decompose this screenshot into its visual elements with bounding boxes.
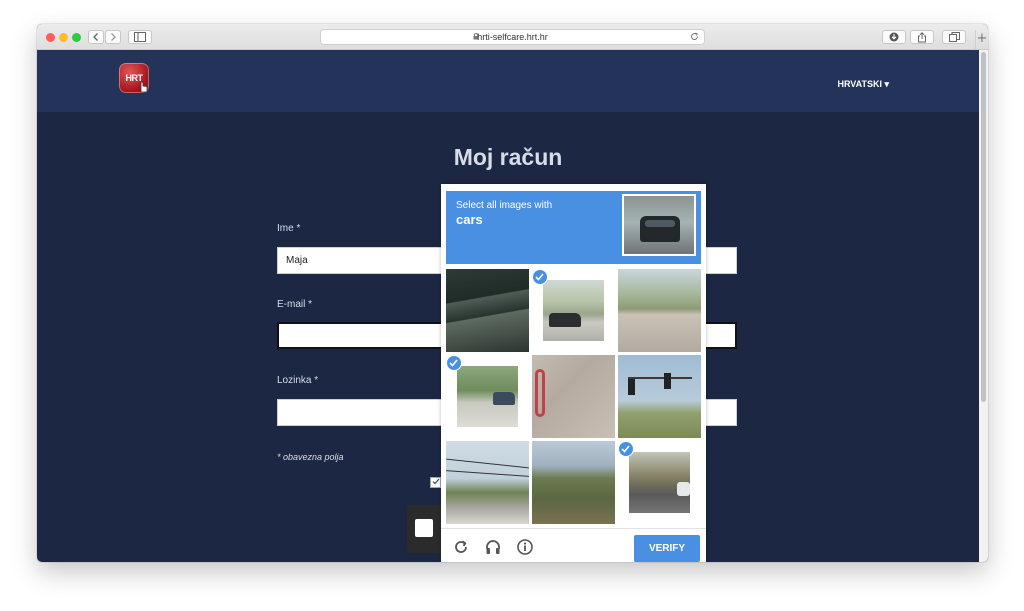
tabs-overview-button[interactable] (942, 30, 966, 44)
tabs-icon (948, 32, 960, 42)
download-icon (889, 32, 899, 42)
tile-image-power-lines-house (446, 441, 529, 524)
minimize-window-button[interactable] (59, 33, 68, 42)
challenge-header: Select all images with cars (446, 191, 701, 264)
captcha-tile-6[interactable] (618, 355, 701, 438)
captcha-tile-3[interactable] (618, 269, 701, 352)
captcha-challenge: Select all images with cars VERIFY (441, 184, 706, 562)
tile-image-car-under-tree (457, 366, 518, 427)
site-header: HRT HRVATSKI ▾ (37, 50, 979, 112)
scrollbar-thumb[interactable] (981, 52, 986, 402)
captcha-tile-5[interactable] (532, 355, 615, 438)
page-scrollbar[interactable] (979, 50, 988, 562)
page-title: Moj račun (453, 144, 563, 170)
recaptcha-anchor (407, 505, 449, 553)
chevron-left-icon (93, 33, 98, 41)
selected-check-icon (446, 355, 462, 371)
info-icon[interactable] (516, 538, 534, 556)
captcha-tile-7[interactable] (446, 441, 529, 524)
forward-button[interactable] (105, 30, 121, 44)
tile-image-traffic-light (618, 355, 701, 438)
selected-check-icon (618, 441, 634, 457)
close-window-button[interactable] (46, 33, 55, 42)
recaptcha-checkbox[interactable] (415, 519, 433, 537)
tile-image-pavement-closeup (532, 355, 615, 438)
address-bar[interactable]: hrti-selfcare.hrt.hr (320, 29, 705, 45)
captcha-tile-1[interactable] (446, 269, 529, 352)
terms-checkbox[interactable] (430, 477, 441, 488)
language-selector[interactable]: HRVATSKI ▾ (837, 79, 889, 90)
audio-icon[interactable] (484, 538, 502, 556)
tile-image-overpass (446, 269, 529, 352)
reload-page-icon[interactable] (690, 32, 699, 41)
email-label: E-mail * (277, 299, 313, 310)
captcha-tile-2[interactable] (532, 269, 615, 352)
url-text: hrti-selfcare.hrt.hr (477, 32, 548, 42)
challenge-keyword: cars (456, 212, 483, 227)
sample-car-shape (640, 216, 680, 242)
hand-cursor-icon (140, 81, 148, 93)
tile-image-car-on-street (543, 280, 604, 341)
downloads-button[interactable] (882, 30, 906, 44)
selected-check-icon (532, 269, 548, 285)
captcha-tile-9[interactable] (618, 441, 701, 524)
sidebar-toggle-button[interactable] (128, 30, 152, 44)
required-fields-note: * obavezna polja (277, 452, 344, 462)
share-icon (918, 32, 926, 43)
captcha-image-grid (446, 269, 701, 524)
hrt-logo[interactable]: HRT (119, 63, 149, 93)
name-label: Ime * (277, 223, 301, 234)
tile-image-road-crosswalk (618, 269, 701, 352)
tile-image-car-on-highway (629, 452, 690, 513)
name-field-value: Maja (286, 255, 308, 266)
challenge-prompt: Select all images with (456, 200, 553, 211)
challenge-sample-image (622, 194, 696, 256)
verify-button[interactable]: VERIFY (634, 535, 700, 562)
captcha-tile-4[interactable] (446, 355, 529, 438)
tile-image-palm-trees-hill (532, 441, 615, 524)
chevron-right-icon (111, 33, 116, 41)
zoom-window-button[interactable] (72, 33, 81, 42)
password-label: Lozinka * (277, 375, 319, 386)
checkmark-icon (432, 478, 439, 485)
reload-icon[interactable] (452, 538, 470, 556)
browser-toolbar: hrti-selfcare.hrt.hr + (37, 24, 988, 50)
share-button[interactable] (910, 30, 934, 44)
captcha-tile-8[interactable] (532, 441, 615, 524)
back-button[interactable] (88, 30, 104, 44)
browser-window: hrti-selfcare.hrt.hr + HRT HRVATSKI ▾ Mo… (37, 24, 988, 562)
challenge-footer: VERIFY (441, 528, 706, 562)
new-tab-button[interactable]: + (975, 30, 988, 50)
sidebar-icon (134, 32, 146, 42)
